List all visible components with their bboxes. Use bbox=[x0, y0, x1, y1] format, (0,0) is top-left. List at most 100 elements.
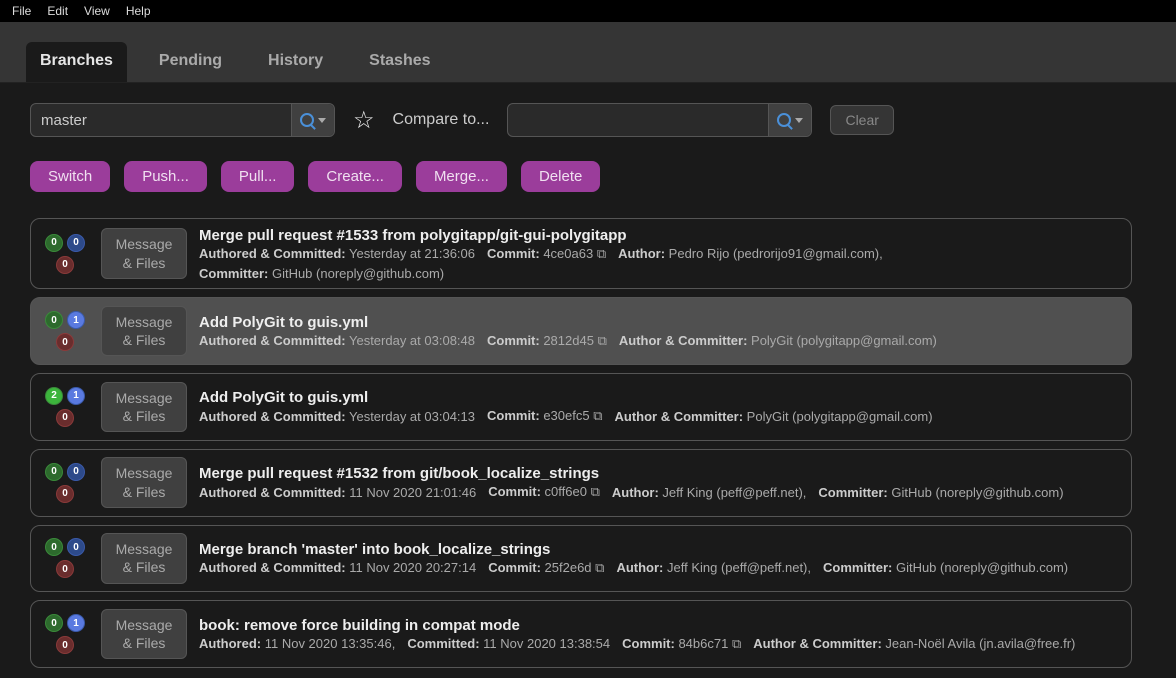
meta-segment: Authored & Committed: Yesterday at 21:36… bbox=[199, 246, 475, 261]
badge-blue: 0 bbox=[67, 234, 85, 252]
commit-info: Merge branch 'master' into book_localize… bbox=[199, 541, 1121, 576]
meta-commit-hash: Commit: 2812d45 ⧉ bbox=[487, 333, 607, 349]
commit-meta: Authored & Committed: 11 Nov 2020 20:27:… bbox=[199, 560, 1121, 576]
copy-icon[interactable]: ⧉ bbox=[591, 484, 600, 499]
commit-badges: 000 bbox=[41, 234, 89, 274]
switch-button[interactable]: Switch bbox=[30, 161, 110, 192]
branch-search bbox=[30, 103, 335, 137]
meta-commit-hash: Commit: c0ff6e0 ⧉ bbox=[488, 484, 600, 500]
meta-segment: Author & Committer: Jean-Noël Avila (jn.… bbox=[753, 636, 1075, 651]
meta-segment: Authored & Committed: 11 Nov 2020 21:01:… bbox=[199, 485, 476, 500]
meta-segment: Author & Committer: PolyGit (polygitapp@… bbox=[619, 333, 937, 348]
badge-green: 2 bbox=[45, 387, 63, 405]
badge-red: 0 bbox=[56, 256, 74, 274]
branch-search-input[interactable] bbox=[31, 104, 291, 136]
badge-green: 0 bbox=[45, 234, 63, 252]
meta-segment: Author: Pedro Rijo (pedrorijo91@gmail.co… bbox=[618, 246, 883, 261]
commit-title: book: remove force building in compat mo… bbox=[199, 617, 1121, 634]
meta-segment: Authored: 11 Nov 2020 13:35:46, bbox=[199, 636, 395, 651]
chevron-down-icon bbox=[318, 118, 326, 123]
meta-segment: Committer: GitHub (noreply@github.com) bbox=[823, 560, 1068, 575]
badge-red: 0 bbox=[56, 333, 74, 351]
pull-button[interactable]: Pull... bbox=[221, 161, 295, 192]
commit-meta: Authored & Committed: Yesterday at 21:36… bbox=[199, 246, 1121, 281]
create-button[interactable]: Create... bbox=[308, 161, 402, 192]
compare-search-input[interactable] bbox=[508, 104, 768, 136]
badge-red: 0 bbox=[56, 636, 74, 654]
delete-button[interactable]: Delete bbox=[521, 161, 600, 192]
badge-green: 0 bbox=[45, 311, 63, 329]
meta-segment: Authored & Committed: Yesterday at 03:04… bbox=[199, 409, 475, 424]
commit-row[interactable]: 000Message& FilesMerge branch 'master' i… bbox=[30, 525, 1132, 593]
menu-edit[interactable]: Edit bbox=[39, 2, 76, 20]
commit-row[interactable]: 210 Message& Files Add PolyGit to guis.yml… bbox=[30, 373, 1132, 441]
tab-pending[interactable]: Pending bbox=[145, 42, 236, 82]
copy-icon[interactable]: ⧉ bbox=[732, 636, 741, 651]
commit-title: Add PolyGit to guis.yml bbox=[199, 314, 1121, 331]
menu-help[interactable]: Help bbox=[118, 2, 159, 20]
menu-view[interactable]: View bbox=[76, 2, 118, 20]
copy-icon[interactable]: ⧉ bbox=[597, 246, 606, 261]
badge-blue: 0 bbox=[67, 538, 85, 556]
branch-search-button[interactable] bbox=[291, 104, 334, 136]
message-files-button[interactable]: Message& Files bbox=[101, 382, 187, 432]
favorite-star-icon[interactable]: ☆ bbox=[353, 106, 375, 135]
meta-segment: Authored & Committed: Yesterday at 03:08… bbox=[199, 333, 475, 348]
commit-meta: Authored: 11 Nov 2020 13:35:46, Committed… bbox=[199, 636, 1121, 652]
compare-search-button[interactable] bbox=[768, 104, 811, 136]
merge-button[interactable]: Merge... bbox=[416, 161, 507, 192]
commit-meta: Authored & Committed: 11 Nov 2020 21:01:… bbox=[199, 484, 1121, 500]
meta-segment: Committer: GitHub (noreply@github.com) bbox=[199, 266, 444, 281]
badge-green: 0 bbox=[45, 538, 63, 556]
branch-toolbar: ☆ Compare to... Clear bbox=[30, 103, 1146, 137]
meta-segment: Committed: 11 Nov 2020 13:38:54 bbox=[407, 636, 610, 651]
tab-branches[interactable]: Branches bbox=[26, 42, 127, 82]
copy-icon[interactable]: ⧉ bbox=[598, 333, 607, 348]
commit-meta: Authored & Committed: Yesterday at 03:08… bbox=[199, 333, 1121, 349]
commit-row[interactable]: 010Message& Filesbook: remove force buil… bbox=[30, 600, 1132, 668]
commit-info: Merge pull request #1532 from git/book_l… bbox=[199, 465, 1121, 500]
commit-title: Merge pull request #1533 from polygitapp… bbox=[199, 227, 1121, 244]
message-files-button[interactable]: Message& Files bbox=[101, 457, 187, 507]
commit-info: Merge pull request #1533 from polygitapp… bbox=[199, 227, 1121, 281]
commit-badges: 210 bbox=[41, 387, 89, 427]
copy-icon[interactable]: ⧉ bbox=[595, 560, 604, 575]
branch-action-row: Switch Push... Pull... Create... Merge... Del… bbox=[30, 161, 1146, 192]
commit-info: book: remove force building in compat mo… bbox=[199, 617, 1121, 652]
menu-file[interactable]: File bbox=[4, 2, 39, 20]
meta-segment: Committer: GitHub (noreply@github.com) bbox=[818, 485, 1063, 500]
commit-badges: 010 bbox=[41, 311, 89, 351]
commit-badges: 010 bbox=[41, 614, 89, 654]
message-files-button[interactable]: Message& Files bbox=[101, 306, 187, 356]
commit-list: 000Message& FilesMerge pull request #153… bbox=[30, 218, 1146, 668]
badge-blue: 1 bbox=[67, 387, 85, 405]
message-files-button[interactable]: Message& Files bbox=[101, 609, 187, 659]
tab-history[interactable]: History bbox=[254, 42, 337, 82]
tab-bar: Branches Pending History Stashes bbox=[0, 22, 1176, 83]
badge-blue: 0 bbox=[67, 463, 85, 481]
tab-stashes[interactable]: Stashes bbox=[355, 42, 444, 82]
compare-label: Compare to... bbox=[393, 111, 490, 129]
badge-blue: 1 bbox=[67, 614, 85, 632]
message-files-button[interactable]: Message& Files bbox=[101, 533, 187, 583]
commit-row[interactable]: 000Message& FilesMerge pull request #153… bbox=[30, 218, 1132, 289]
chevron-down-icon bbox=[795, 118, 803, 123]
badge-red: 0 bbox=[56, 485, 74, 503]
commit-info: Add PolyGit to guis.ymlAuthored & Commit… bbox=[199, 389, 1121, 424]
copy-icon[interactable]: ⧉ bbox=[593, 408, 602, 423]
clear-button[interactable]: Clear bbox=[830, 105, 893, 135]
meta-segment: Author: Jeff King (peff@peff.net), bbox=[616, 560, 811, 575]
commit-meta: Authored & Committed: Yesterday at 03:04… bbox=[199, 408, 1121, 424]
meta-commit-hash: Commit: 84b6c71 ⧉ bbox=[622, 636, 741, 652]
commit-title: Merge branch 'master' into book_localize… bbox=[199, 541, 1121, 558]
meta-commit-hash: Commit: e30efc5 ⧉ bbox=[487, 408, 603, 424]
badge-red: 0 bbox=[56, 560, 74, 578]
push-button[interactable]: Push... bbox=[124, 161, 207, 192]
commit-row[interactable]: 010 Message& Files Add PolyGit to guis.yml… bbox=[30, 297, 1132, 365]
meta-commit-hash: Commit: 25f2e6d ⧉ bbox=[488, 560, 604, 576]
badge-green: 0 bbox=[45, 614, 63, 632]
menubar: FileEditViewHelp bbox=[0, 0, 1176, 22]
message-files-button[interactable]: Message& Files bbox=[101, 228, 187, 278]
meta-segment: Authored & Committed: 11 Nov 2020 20:27:… bbox=[199, 560, 476, 575]
commit-row[interactable]: 000Message& FilesMerge pull request #153… bbox=[30, 449, 1132, 517]
